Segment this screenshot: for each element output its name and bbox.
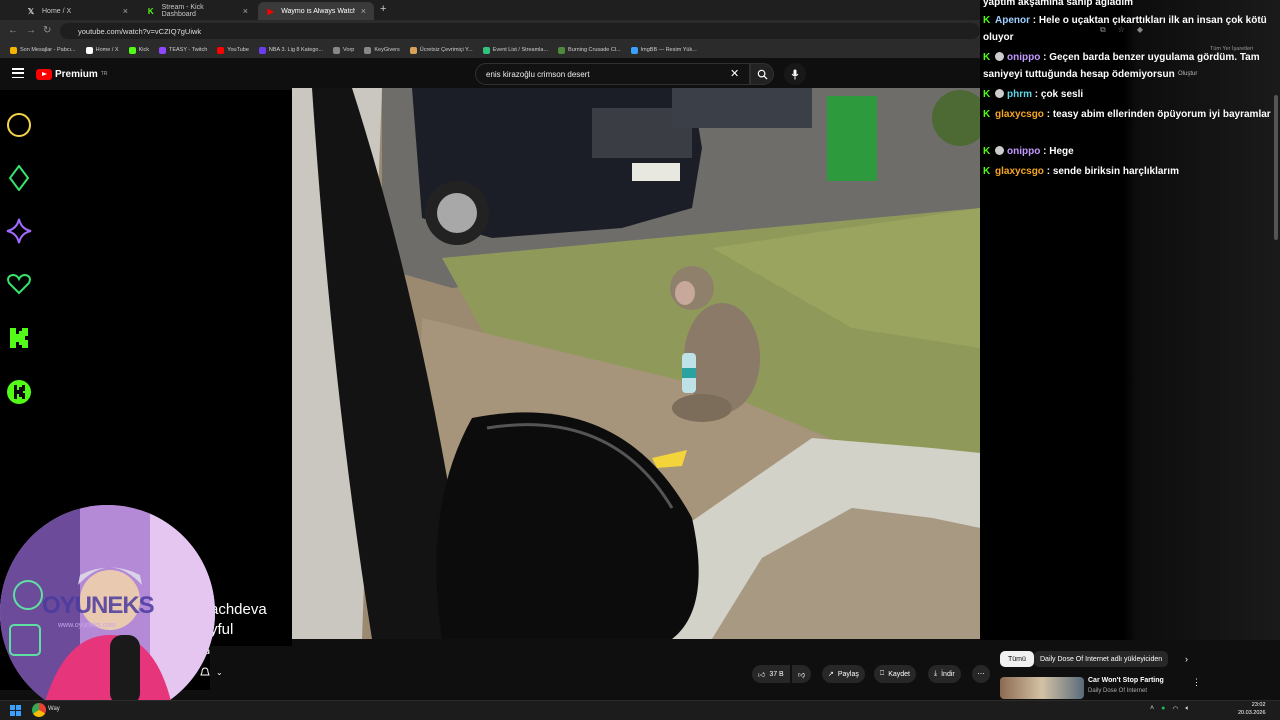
system-tray: ˄ ● ◠ 🔈︎ (1150, 705, 1190, 713)
subscription-bell-button[interactable]: ⌄ (200, 667, 223, 678)
more-actions-button[interactable]: ⋯ (972, 665, 990, 683)
sponsor-url: www.oyuneks.com (58, 622, 116, 629)
recommended-video-title[interactable]: Car Won't Stop Farting (1088, 677, 1164, 684)
taskbar-app-label: Way (48, 706, 60, 712)
search-icon (757, 69, 768, 80)
system-clock[interactable]: 23:02 20.03.2026 (1238, 701, 1266, 717)
bookmark-item[interactable]: Son Mesajlar - Pabcı... (10, 46, 76, 54)
bookmark-item[interactable]: YouTube (217, 46, 249, 54)
download-button[interactable]: ⤓ İndir (928, 665, 961, 683)
user-badge-icon (995, 52, 1004, 61)
more-vertical-icon[interactable]: ⋮ (1192, 677, 1201, 688)
hamburger-menu-icon[interactable] (12, 68, 24, 78)
microphone-icon (791, 69, 799, 79)
bookmark-item[interactable]: KeyGivers (364, 46, 400, 54)
user-badge-icon (995, 89, 1004, 98)
windows-start-icon[interactable] (10, 705, 21, 716)
kick-icon: K (147, 6, 154, 16)
video-action-bar (210, 646, 980, 690)
tab-youtube-video[interactable]: ▶ Waymo is Always Watching Yo... × (258, 2, 374, 20)
circle-icon (6, 112, 32, 138)
bell-icon (200, 667, 210, 676)
reload-icon[interactable]: ↻ (43, 25, 51, 36)
chevron-right-icon[interactable]: › (1185, 654, 1188, 664)
volume-icon[interactable]: 🔈︎ (1185, 705, 1189, 713)
share-button[interactable]: ↗ Paylaş (822, 665, 865, 683)
chat-message: Kglaxycsgo : sende biriksin harçlıklarım (983, 163, 1275, 180)
url-bar[interactable]: youtube.com/watch?v=vCZIQ7gUiwk (60, 23, 980, 39)
video-frame (292, 88, 980, 639)
filter-chip-channel[interactable]: Daily Dose Of Internet adlı yükleyiciden (1034, 651, 1169, 667)
new-tab-button[interactable]: + (380, 3, 386, 15)
bookmark-item[interactable]: TEASY - Twitch (158, 46, 207, 54)
like-button[interactable]: 👍︎ 37 B (752, 665, 790, 683)
save-button[interactable]: ⎕ Kaydet (874, 665, 916, 683)
chrome-taskbar-icon[interactable] (32, 703, 46, 717)
kick-badge-icon: K (983, 89, 991, 100)
youtube-play-icon (36, 68, 52, 80)
page-scrollbar[interactable] (1274, 95, 1278, 240)
kick-badge-icon: K (983, 166, 991, 177)
bookmark-item[interactable]: Ücretsiz Çevrimiçi Y... (409, 46, 473, 54)
video-player[interactable] (292, 88, 980, 639)
channel-name-overlay: achdeva yful (210, 601, 267, 638)
back-icon[interactable]: ← (8, 25, 18, 36)
close-icon[interactable]: × (361, 6, 366, 16)
star-icon (6, 218, 32, 244)
forward-icon[interactable]: → (26, 25, 36, 36)
wifi-icon[interactable]: ◠ (1172, 705, 1178, 713)
kick-badge-icon: K (983, 146, 991, 157)
heart-icon (6, 271, 32, 297)
bookmark-item[interactable]: Home / X (85, 46, 119, 54)
dislike-button[interactable]: 👎︎ (792, 665, 812, 683)
close-icon[interactable]: × (243, 6, 248, 16)
recommended-video-channel[interactable]: Daily Dose Of Internet (1088, 688, 1147, 694)
chat-message: Kphrm : çok sesli (983, 86, 1275, 103)
spotify-icon[interactable]: ● (1161, 705, 1165, 713)
filter-chip-all[interactable]: Tümü (1000, 651, 1034, 667)
youtube-logo[interactable]: Premium TR (36, 66, 107, 82)
close-icon[interactable]: × (123, 6, 128, 16)
clear-search-icon[interactable]: ✕ (730, 67, 739, 80)
sponsor-logo: OYUNEKS (42, 592, 155, 619)
chevron-up-icon[interactable]: ˄ (1150, 705, 1154, 713)
chat-message: yaptım akşamına sahip ağladım (983, 0, 1134, 8)
kick-badge-icon: K (983, 52, 991, 63)
bookmark-item[interactable]: Burning Crusade Cl... (558, 46, 621, 54)
kick-logo-icon (6, 325, 32, 351)
chevron-down-icon: ⌄ (216, 668, 223, 677)
windows-taskbar: Way ˄ ● ◠ 🔈︎ (0, 700, 1280, 720)
tab-x-home[interactable]: 𝕏 Home / X × (18, 2, 136, 20)
bookmark-item[interactable]: ImgBB — Resim Yük... (630, 46, 697, 54)
bookmark-item[interactable]: Event List / Streamla... (482, 46, 548, 54)
more-horizontal-icon: ⋯ (977, 671, 985, 678)
kick-badge-icon: K (983, 15, 991, 26)
chat-message: K Apenor : Hele o uçaktan çıkarttıkları i… (983, 12, 1275, 46)
thumbs-up-icon: 👍︎ (758, 671, 766, 679)
share-icon: ↗ (828, 671, 834, 678)
bookmark-item[interactable]: NBA 3. Lig 8 Katego... (258, 46, 323, 54)
bookmarks-bar: Son Mesajlar - Pabcı... Home / X Kick TE… (0, 42, 980, 58)
kick-circle-icon (6, 379, 32, 405)
download-icon: ⤓ (934, 670, 938, 677)
chat-message: Konippo : Hege (983, 143, 1275, 160)
user-badge-icon (995, 146, 1004, 155)
kick-badge-icon: K (983, 109, 991, 120)
thumbs-down-icon: 👎︎ (798, 671, 806, 679)
chat-message: Konippo : Geçen barda benzer uygulama gö… (983, 49, 1275, 83)
bookmark-item[interactable]: Kick (128, 46, 149, 54)
recommended-video-thumbnail[interactable] (1000, 677, 1084, 699)
bookmark-item[interactable]: Vorp (333, 46, 354, 54)
x-icon: 𝕏 (27, 6, 35, 16)
chat-message: Kglaxycsgo : teasy abim ellerinden öpüyo… (983, 106, 1275, 123)
voice-search-button[interactable] (784, 63, 806, 85)
bookmark-icon: ⎕ (880, 670, 885, 677)
search-input[interactable]: enis kirazoğlu crimson desert (475, 63, 750, 85)
youtube-icon: ▶ (267, 6, 274, 16)
search-button[interactable] (750, 63, 774, 85)
diamond-icon (6, 165, 32, 191)
tab-kick-dashboard[interactable]: K Stream - Kick Dashboard × (138, 2, 256, 20)
